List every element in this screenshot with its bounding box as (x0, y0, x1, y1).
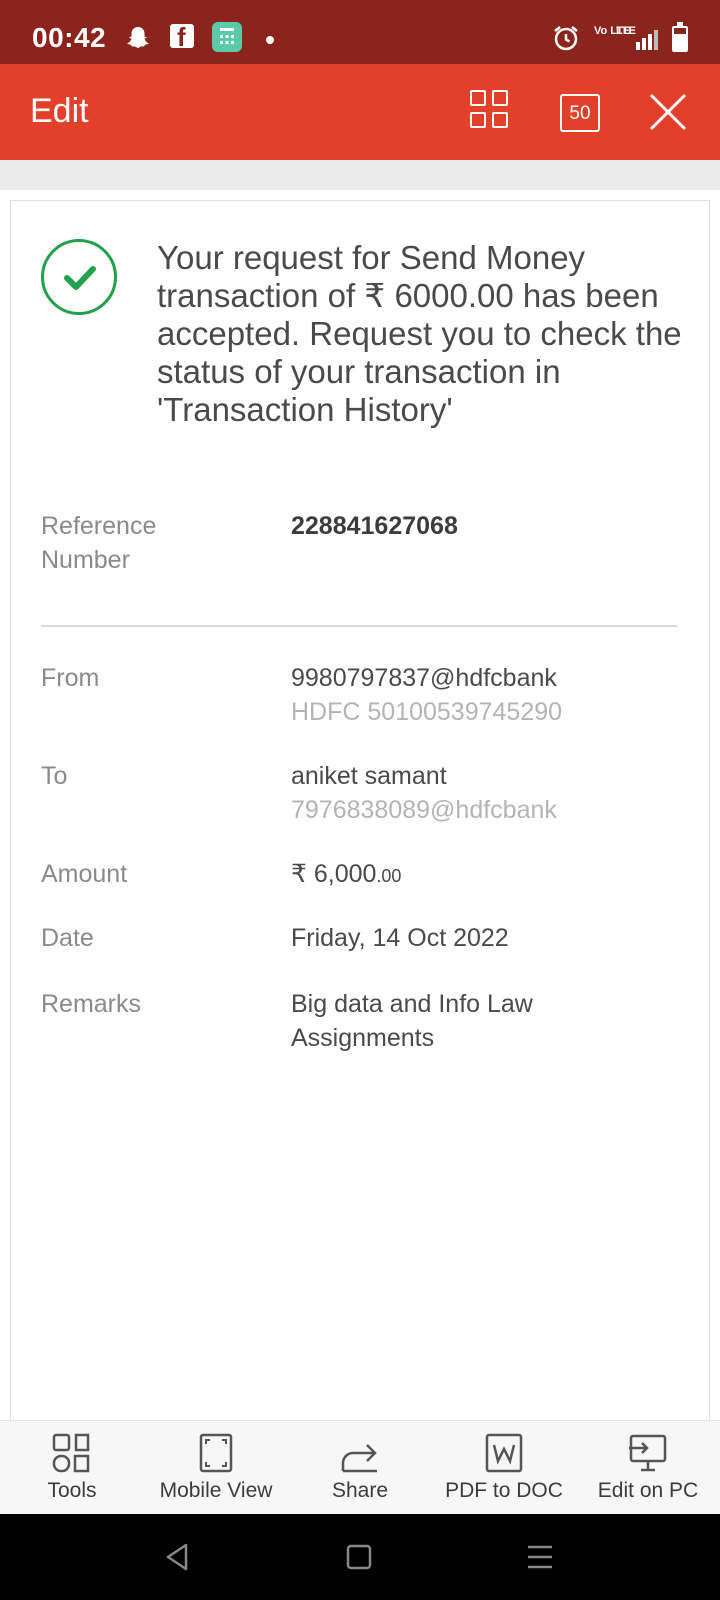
date-value: Friday, 14 Oct 2022 (291, 924, 509, 952)
from-account: HDFC 50100539745290 (291, 698, 563, 726)
from-label: From (41, 664, 100, 692)
bottom-action-bar: Tools Mobile View Share PDF to DOC Edit … (0, 1420, 720, 1514)
share-icon (341, 1444, 377, 1473)
reference-value: 228841627068 (291, 512, 458, 540)
top-toolbar: Edit 50 (0, 64, 720, 160)
facebook-icon: f (170, 22, 194, 52)
page-count: 50 (569, 103, 591, 124)
word-doc-icon (485, 1433, 523, 1473)
share-label: Share (331, 1479, 389, 1502)
amount-value: ₹ 6,000.00 (291, 857, 691, 893)
battery-icon (672, 22, 688, 52)
remarks-value: Big data and Info Law Assignments (291, 990, 533, 1052)
pdf-to-doc-button[interactable]: PDF to DOC (432, 1421, 576, 1515)
amount-decimal: .00 (376, 866, 402, 886)
date-label: Date (41, 924, 94, 952)
share-button[interactable]: Share (288, 1421, 432, 1515)
mobile-view-button[interactable]: Mobile View (144, 1421, 288, 1515)
calculator-icon (212, 22, 242, 52)
lte-indicator: LTE (616, 25, 636, 37)
edit-on-pc-button[interactable]: Edit on PC (576, 1421, 720, 1515)
close-icon (649, 93, 687, 131)
home-button[interactable] (346, 1542, 372, 1577)
toolbar-title: Edit (30, 92, 89, 130)
signal-icon (636, 30, 660, 55)
amount-main: ₹ 6,000 (291, 860, 377, 888)
status-bar: 00:42 f Vo LTE LTE (0, 0, 720, 64)
transaction-receipt-card: Your request for Send Money transaction … (10, 200, 710, 1420)
toolbar-shadow-strip (0, 160, 720, 190)
recents-button[interactable] (526, 1542, 554, 1577)
back-icon (166, 1543, 188, 1571)
back-button[interactable] (162, 1542, 192, 1577)
to-upi-id: 7976838089@hdfcbank (291, 796, 557, 824)
alarm-icon (552, 24, 580, 57)
dot-icon (266, 36, 274, 44)
page-count-button[interactable]: 50 (560, 94, 600, 132)
tools-label: Tools (47, 1479, 97, 1502)
status-message: Your request for Send Money transaction … (157, 239, 682, 428)
grid-view-button[interactable] (470, 90, 514, 134)
recents-icon (528, 1545, 552, 1569)
pdf-to-doc-label: PDF to DOC (445, 1479, 563, 1502)
tools-button[interactable]: Tools (0, 1421, 144, 1515)
success-check-icon (41, 239, 117, 315)
mobile-view-icon (199, 1433, 233, 1473)
from-value: 9980797837@hdfcbank (291, 664, 557, 692)
home-icon (346, 1544, 372, 1570)
edit-on-pc-label: Edit on PC (597, 1479, 699, 1502)
divider (41, 625, 677, 627)
snapchat-icon (124, 24, 152, 57)
reference-label: Reference Number (41, 512, 157, 574)
to-value: aniket samant (291, 762, 447, 790)
status-time: 00:42 (32, 22, 107, 53)
to-label: To (41, 762, 68, 790)
tools-icon (52, 1433, 90, 1473)
edit-on-pc-icon (629, 1434, 667, 1472)
close-button[interactable] (646, 90, 690, 134)
amount-label: Amount (41, 860, 128, 888)
system-nav-bar (0, 1514, 720, 1600)
mobile-view-label: Mobile View (159, 1479, 273, 1502)
remarks-label: Remarks (41, 990, 142, 1018)
